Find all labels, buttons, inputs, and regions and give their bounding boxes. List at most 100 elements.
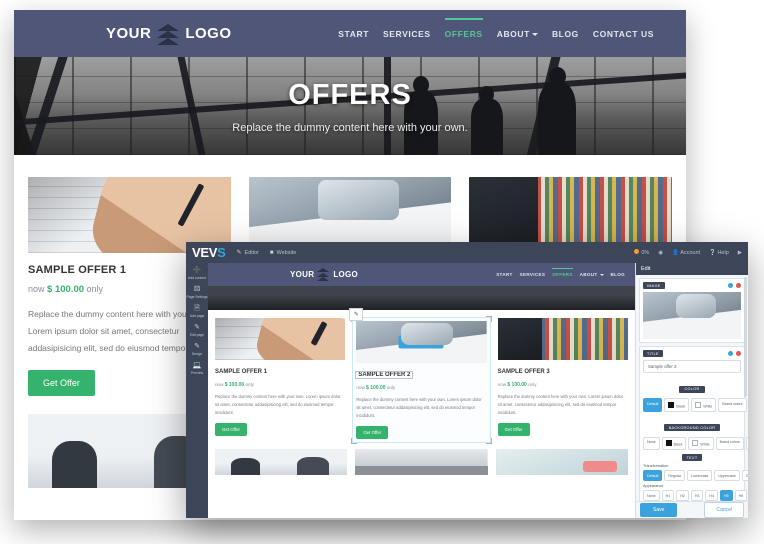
canvas-hero-banner bbox=[208, 286, 635, 310]
appearance-option-h3[interactable]: H3 bbox=[690, 490, 704, 501]
nav-item-contact-us[interactable]: CONTACT US bbox=[593, 24, 654, 44]
appearance-option-h1[interactable]: H1 bbox=[661, 490, 675, 501]
white-swatch-icon bbox=[692, 440, 699, 446]
vevs-editor-window: VEVS ✎ Editor ■ Website 0% ◉ 👤 Account ❔… bbox=[186, 242, 748, 518]
nav-item-blog[interactable]: BLOG bbox=[552, 24, 579, 44]
offer-image-blueprint[interactable] bbox=[215, 318, 346, 360]
offer-title[interactable]: SAMPLE OFFER 3 bbox=[498, 369, 550, 375]
price-suffix: only bbox=[386, 385, 396, 390]
logout-icon[interactable]: ▶ bbox=[738, 250, 742, 256]
offer-title[interactable]: SAMPLE OFFER 1 bbox=[215, 369, 267, 375]
offer-image-signing[interactable]: Replace Image bbox=[356, 321, 487, 363]
offer-image-team[interactable] bbox=[215, 448, 348, 475]
gear-icon[interactable] bbox=[728, 351, 733, 356]
progress-indicator[interactable]: 0% bbox=[634, 249, 649, 256]
price-suffix: only bbox=[86, 284, 104, 294]
delete-icon[interactable] bbox=[736, 283, 741, 288]
color-option-black[interactable]: Black bbox=[664, 398, 690, 412]
selection-handle-bottom-right[interactable] bbox=[485, 437, 492, 444]
nav-item-offers[interactable]: OFFERS bbox=[444, 17, 483, 44]
appearance-option-h2[interactable]: H2 bbox=[676, 490, 689, 501]
transformation-option-lowercase[interactable]: Lowercase bbox=[686, 470, 713, 481]
editor-canvas[interactable]: YOUR LOGO START SERVICES OFFERS ABOUT BL… bbox=[208, 263, 636, 518]
title-input[interactable]: Sample offer 2 bbox=[643, 360, 741, 373]
transformation-options: Default Regular Lowercase Uppercase Capi… bbox=[643, 470, 748, 481]
site-logo[interactable]: YOUR LOGO bbox=[106, 23, 232, 45]
edit-panel-title: Edit bbox=[636, 263, 748, 275]
offer-image-desk[interactable] bbox=[355, 448, 488, 475]
appearance-option-h6[interactable]: H6 bbox=[734, 490, 748, 501]
canvas-offer-card-5[interactable] bbox=[355, 448, 488, 475]
canvas-offer-card-2-selected[interactable]: ✎ Replace Image SAMPLE OFFER 2 now $ 100… bbox=[349, 308, 492, 444]
offer-title-selected[interactable]: SAMPLE OFFER 2 bbox=[355, 371, 414, 379]
globe-icon[interactable]: ◉ bbox=[658, 250, 663, 256]
delete-icon[interactable] bbox=[736, 351, 741, 356]
canvas-nav-item-services[interactable]: SERVICES bbox=[520, 272, 546, 277]
transformation-option-default[interactable]: Default bbox=[643, 470, 663, 481]
nav-item-start[interactable]: START bbox=[338, 24, 369, 44]
price-prefix: now bbox=[28, 284, 45, 294]
sidebar-item-page-settings[interactable]: ⚄ Page Settings bbox=[186, 286, 208, 299]
sidebar-label: Preview bbox=[190, 371, 204, 375]
canvas-offer-card-6[interactable] bbox=[495, 448, 628, 475]
gear-icon[interactable] bbox=[728, 283, 733, 288]
canvas-offer-card-4[interactable] bbox=[215, 448, 348, 475]
bgcolor-option-black[interactable]: Black bbox=[661, 436, 687, 450]
panel-scrollbar[interactable] bbox=[744, 277, 747, 397]
transformation-option-uppercase[interactable]: Uppercase bbox=[714, 470, 740, 481]
canvas-offer-card-3[interactable]: SAMPLE OFFER 3 now $ 100.00 only Replace… bbox=[497, 318, 628, 442]
appearance-option-none[interactable]: None bbox=[643, 490, 660, 501]
appearance-option-h4[interactable]: H4 bbox=[705, 490, 719, 501]
text-tab[interactable]: TEXT bbox=[681, 454, 703, 461]
sidebar-item-add-page[interactable]: 🗎 Add page bbox=[186, 305, 208, 318]
color-option-default[interactable]: Default bbox=[643, 398, 663, 412]
price-suffix: only bbox=[245, 382, 254, 387]
canvas-site-logo[interactable]: YOUR LOGO bbox=[290, 268, 358, 281]
color-option-brand[interactable]: Brand colors bbox=[718, 398, 747, 412]
save-button[interactable]: Save bbox=[640, 503, 678, 517]
sidebar-item-design[interactable]: ✎ Design bbox=[186, 343, 208, 356]
topbar-editor-button[interactable]: ✎ Editor bbox=[237, 249, 259, 257]
offer-image-handshake[interactable] bbox=[497, 318, 628, 360]
background-color-options: None Black White Brand colors Custom bbox=[643, 436, 748, 450]
topbar-account-button[interactable]: 👤 Account bbox=[672, 250, 700, 256]
bgcolor-option-none[interactable]: None bbox=[643, 436, 660, 450]
edit-element-button[interactable]: ✎ bbox=[349, 308, 364, 321]
vevs-logo-name: VEV bbox=[192, 245, 218, 260]
panel-title-tag: TITLE bbox=[643, 350, 663, 357]
background-color-section-label: BACKGROUND COLOR bbox=[663, 424, 721, 431]
offer-image-pink[interactable] bbox=[495, 448, 628, 475]
cancel-button[interactable]: Cancel bbox=[704, 502, 744, 518]
appearance-option-h5[interactable]: H5 bbox=[720, 490, 733, 501]
sidebar-item-add-content[interactable]: ➕ Add content bbox=[186, 267, 208, 280]
vevs-logo[interactable]: VEVS bbox=[192, 245, 226, 260]
topbar-help-button[interactable]: ❔ Help bbox=[709, 250, 729, 256]
sidebar-item-edit-page[interactable]: ✎ Edit page bbox=[186, 324, 208, 337]
canvas-nav-item-about[interactable]: ABOUT bbox=[580, 272, 604, 277]
replace-image-button[interactable]: Replace Image bbox=[399, 335, 444, 349]
bgcolor-option-white[interactable]: White bbox=[688, 436, 714, 450]
nav-item-about[interactable]: ABOUT bbox=[497, 24, 538, 44]
canvas-nav-item-start[interactable]: START bbox=[496, 272, 512, 277]
color-option-white[interactable]: White bbox=[691, 398, 717, 412]
bgcolor-option-custom[interactable]: Custom bbox=[745, 436, 748, 450]
canvas-nav-item-blog[interactable]: BLOG bbox=[611, 272, 625, 277]
sidebar-item-preview[interactable]: 💻 Preview bbox=[186, 362, 208, 375]
canvas-offer-card-1[interactable]: SAMPLE OFFER 1 now $ 100.00 only Replace… bbox=[215, 318, 346, 442]
transformation-option-regular[interactable]: Regular bbox=[664, 470, 685, 481]
topbar-website-button[interactable]: ■ Website bbox=[270, 250, 296, 256]
get-offer-button[interactable]: Get Offer bbox=[497, 422, 530, 436]
chevron-down-icon bbox=[599, 273, 604, 276]
bgcolor-option-brand[interactable]: Brand colors bbox=[715, 436, 744, 450]
transformation-option-capitalize[interactable]: Capitalize bbox=[741, 470, 748, 481]
edit-panel: Edit IMAGE TITLE Sample offer 2 COLOR De… bbox=[636, 263, 748, 518]
canvas-nav-item-offers[interactable]: OFFERS bbox=[552, 268, 574, 277]
page-plus-icon: 🗎 bbox=[194, 305, 200, 312]
get-offer-button[interactable]: Get Offer bbox=[28, 370, 95, 396]
plus-icon: ➕ bbox=[192, 267, 202, 274]
get-offer-button[interactable]: Get Offer bbox=[215, 422, 247, 436]
panel-image-thumbnail[interactable] bbox=[643, 292, 741, 339]
get-offer-button[interactable]: Get Offer bbox=[356, 425, 389, 439]
nav-item-services[interactable]: SERVICES bbox=[383, 24, 431, 44]
selection-handle-bottom-left[interactable] bbox=[351, 437, 358, 444]
